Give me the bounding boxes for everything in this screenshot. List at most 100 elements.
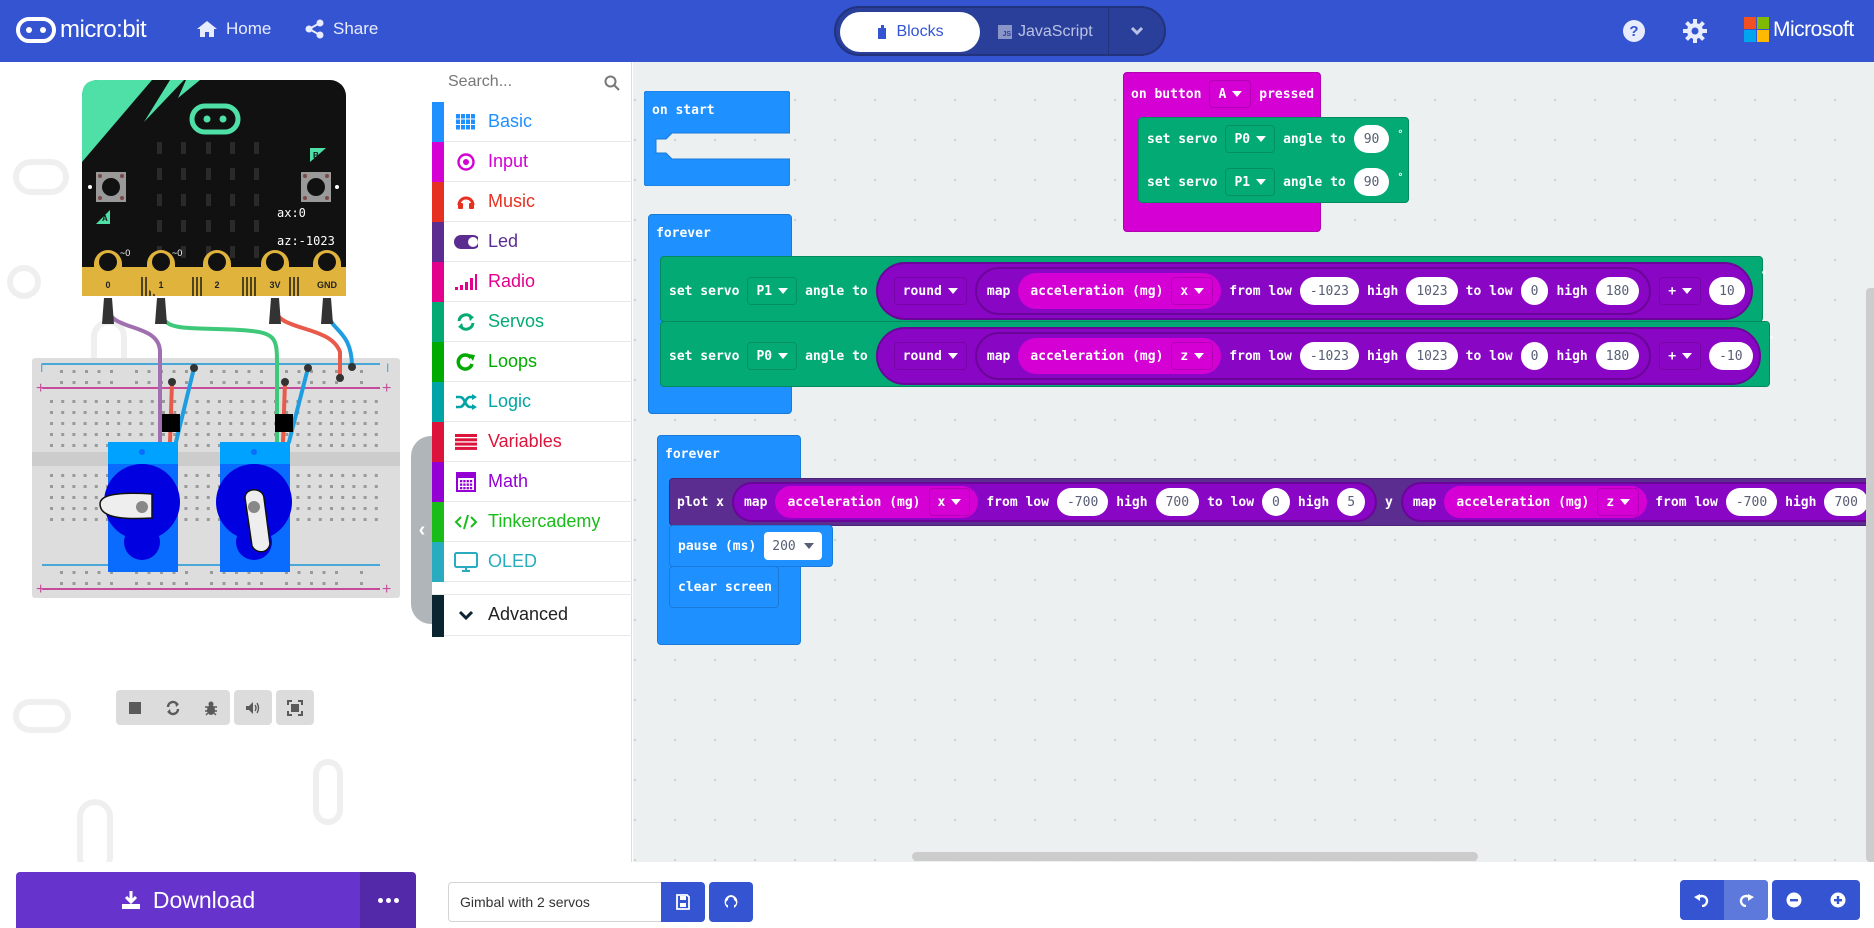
map-reporter[interactable]: map acceleration (mg) z from low -1023 h… [974, 332, 1652, 380]
toolbox-category-led[interactable]: Led [432, 222, 632, 262]
from-high-input[interactable]: 700 [1155, 488, 1200, 516]
axis-dropdown[interactable]: z [1171, 342, 1214, 370]
pin-3v-label: 3V [269, 280, 280, 290]
angle-input[interactable]: 90 [1353, 125, 1390, 153]
mute-button[interactable] [234, 690, 272, 725]
angle-input[interactable]: 90 [1353, 168, 1390, 196]
toolbox-category-radio[interactable]: Radio [432, 262, 632, 302]
home-button[interactable]: Home [196, 19, 271, 39]
map-x-reporter[interactable]: map acceleration (mg) x from low -700 hi… [731, 482, 1378, 522]
toolbox-category-math[interactable]: Math [432, 462, 632, 502]
set-servo-p0-block[interactable]: set servo P0 angle to 90 ° [1147, 119, 1403, 159]
save-button[interactable] [661, 882, 705, 922]
vertical-scrollbar[interactable] [1866, 288, 1874, 862]
microbit-board: A B ax:0 az:-1023 0 1 2 3V GND ~0 ~0 [82, 80, 346, 296]
from-low-input[interactable]: -700 [1056, 488, 1109, 516]
map-reporter[interactable]: map acceleration (mg) x from low -1023 h… [974, 267, 1652, 315]
toolbox-category-tinkercademy[interactable]: Tinkercademy [432, 502, 632, 542]
acceleration-reporter[interactable]: acceleration (mg) x [1018, 273, 1222, 309]
to-high-input[interactable]: 5 [1337, 488, 1366, 516]
microbit-simulator[interactable]: A B ax:0 az:-1023 0 1 2 3V GND ~0 ~0 I I… [30, 62, 410, 622]
from-high-input[interactable]: 700 [1824, 488, 1868, 516]
axis-dropdown[interactable]: x [928, 488, 971, 516]
search-input[interactable]: Search... [448, 73, 512, 91]
pin-dropdown[interactable]: P0 [747, 342, 798, 370]
axis-dropdown[interactable]: z [1597, 488, 1640, 516]
acceleration-x-reporter[interactable]: acceleration (mg) x [775, 486, 979, 518]
pause-block[interactable]: pause (ms) 200 [669, 525, 833, 567]
offset-input[interactable]: -10 [1709, 342, 1753, 370]
set-servo-p1-map-block[interactable]: set servo P1 angle to round map accelera… [669, 260, 1767, 322]
round-dropdown[interactable]: round [893, 277, 967, 305]
from-low-input[interactable]: -1023 [1299, 277, 1360, 305]
project-name-input[interactable]: Gimbal with 2 servos [448, 882, 662, 922]
stop-button[interactable] [116, 690, 154, 725]
restart-button[interactable] [154, 690, 192, 725]
zoom-out-icon [1786, 892, 1802, 908]
zoom-in-button[interactable] [1816, 880, 1860, 920]
microsoft-brand[interactable]: Microsoft [1744, 17, 1854, 42]
github-button[interactable] [709, 882, 753, 922]
blocks-workspace[interactable]: on start on button A pressed set servo P… [633, 62, 1874, 862]
debug-button[interactable] [192, 690, 230, 725]
javascript-tab[interactable]: JS JavaScript [998, 12, 1093, 52]
pressed-label: pressed [1259, 86, 1315, 102]
to-low-input[interactable]: 0 [1520, 277, 1549, 305]
plot-block[interactable]: plot x map acceleration (mg) x from low … [677, 480, 1874, 524]
toolbox-category-loops[interactable]: Loops [432, 342, 632, 382]
to-high-input[interactable]: 180 [1595, 342, 1640, 370]
axis-dropdown[interactable]: x [1171, 277, 1214, 305]
pause-duration-dropdown[interactable]: 200 [764, 532, 822, 560]
operator-dropdown[interactable]: + [1659, 277, 1702, 305]
toolbox-category-basic[interactable]: Basic [432, 102, 632, 142]
horizontal-scrollbar[interactable] [912, 852, 1478, 861]
share-button[interactable]: Share [305, 19, 378, 39]
on-start-block[interactable]: on start [644, 91, 790, 186]
toolbox-category-variables[interactable]: Variables [432, 422, 632, 462]
to-low-input[interactable]: 0 [1262, 488, 1290, 516]
from-high-input[interactable]: 1023 [1406, 342, 1458, 370]
settings-icon[interactable] [1683, 19, 1707, 43]
toolbox-category-servos[interactable]: Servos [432, 302, 632, 342]
pin-dropdown[interactable]: P1 [1225, 168, 1276, 196]
redo-button[interactable] [1724, 880, 1768, 920]
search-icon[interactable] [604, 75, 620, 91]
round-reporter[interactable]: round map acceleration (mg) z from low -… [875, 327, 1761, 385]
more-icon [377, 897, 399, 903]
help-icon[interactable]: ? [1622, 19, 1646, 43]
editor-dropdown-button[interactable] [1108, 8, 1164, 54]
from-low-input[interactable]: -700 [1725, 488, 1778, 516]
toolbox-category-input[interactable]: Input [432, 142, 632, 182]
round-dropdown[interactable]: round [893, 342, 967, 370]
toolbox-category-advanced[interactable]: Advanced [432, 594, 632, 637]
set-servo-p0-map-block[interactable]: set servo P0 angle to round map accelera… [669, 325, 1775, 387]
undo-button[interactable] [1680, 880, 1724, 920]
to-high-input[interactable]: 180 [1595, 277, 1640, 305]
toolbox-category-music[interactable]: Music [432, 182, 632, 222]
pin-dropdown[interactable]: P0 [1225, 125, 1276, 153]
pin-dropdown[interactable]: P1 [747, 277, 798, 305]
map-y-reporter[interactable]: map acceleration (mg) z from low -700 hi… [1400, 482, 1874, 522]
acceleration-z-reporter[interactable]: acceleration (mg) z [1444, 486, 1648, 518]
from-low-input[interactable]: -1023 [1299, 342, 1360, 370]
toolbox-category-logic[interactable]: Logic [432, 382, 632, 422]
toolbox-category-oled[interactable]: OLED [432, 542, 632, 582]
button-dropdown[interactable]: A [1209, 80, 1252, 108]
collapse-simulator-handle[interactable]: ‹ [411, 436, 433, 624]
clear-screen-block[interactable]: clear screen [669, 566, 779, 608]
acceleration-reporter[interactable]: acceleration (mg) z [1018, 338, 1222, 374]
blocks-tab[interactable]: Blocks [840, 12, 980, 52]
from-high-input[interactable]: 1023 [1406, 277, 1458, 305]
round-reporter[interactable]: round map acceleration (mg) x from low -… [875, 262, 1753, 320]
operator-dropdown[interactable]: + [1659, 342, 1702, 370]
offset-input[interactable]: 10 [1709, 277, 1745, 305]
fullscreen-button[interactable] [276, 690, 314, 725]
to-low-input[interactable]: 0 [1520, 342, 1549, 370]
set-servo-p1-block[interactable]: set servo P1 angle to 90 ° [1147, 162, 1403, 202]
toolbox-search[interactable]: Search... [432, 62, 632, 102]
download-button[interactable]: Download [16, 872, 360, 928]
microbit-logo[interactable]: micro:bit [16, 16, 147, 44]
clear-screen-label: clear screen [678, 579, 772, 595]
zoom-out-button[interactable] [1772, 880, 1816, 920]
download-more-button[interactable] [360, 872, 416, 928]
